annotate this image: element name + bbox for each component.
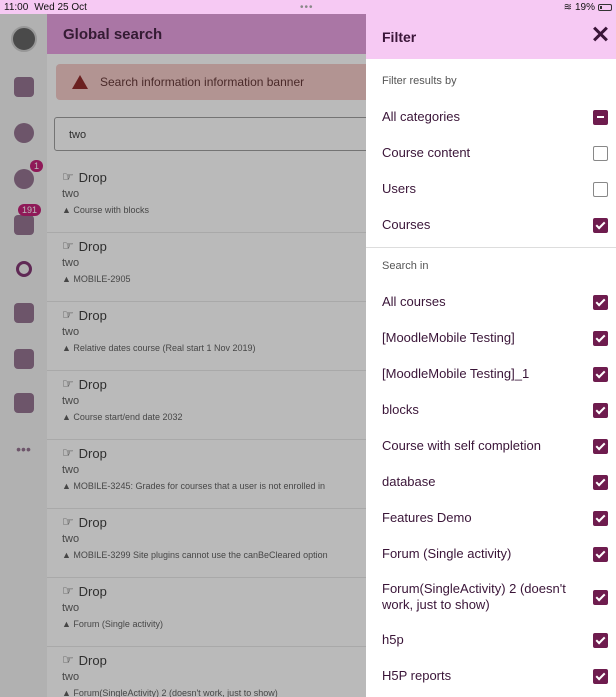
battery-percent: 19% (574, 1, 595, 13)
filter-option-label: Course with self completion (382, 438, 541, 453)
filter-option[interactable]: Forum(SingleActivity) 2 (doesn't work, j… (366, 572, 616, 622)
checkbox[interactable] (593, 181, 608, 197)
filter-option[interactable]: blocks (366, 392, 616, 428)
wifi-icon: ≋ (563, 1, 572, 13)
filter-option-label: All categories (382, 109, 461, 124)
filter-option-label: Forum (Single activity) (382, 546, 512, 561)
checkbox[interactable] (593, 109, 608, 125)
filter-option[interactable]: h5p (366, 622, 616, 658)
filter-option[interactable]: Course content (366, 135, 616, 171)
filter-option[interactable]: database (366, 464, 616, 500)
filter-option[interactable]: [MoodleMobile Testing] (366, 320, 616, 356)
checkbox[interactable] (593, 438, 608, 454)
checkbox[interactable] (593, 366, 608, 382)
backdrop-overlay[interactable] (0, 14, 366, 697)
filter-option[interactable]: All courses (366, 284, 616, 320)
filter-option-label: [MoodleMobile Testing] (382, 330, 515, 345)
filter-option[interactable]: All categories (366, 99, 616, 135)
search-in-list: All courses [MoodleMobile Testing] [Moodle… (366, 284, 616, 694)
checkbox[interactable] (593, 589, 608, 605)
checkbox[interactable] (593, 546, 608, 562)
filter-option-label: [MoodleMobile Testing]_1 (382, 366, 530, 381)
filter-title: Filter (382, 28, 417, 45)
filter-option[interactable]: [MoodleMobile Testing]_1 (366, 356, 616, 392)
checkbox[interactable] (593, 668, 608, 684)
status-bar: 11:00 Wed 25 Oct ••• ≋ 19% (0, 0, 616, 14)
filter-option-label: H5P reports (382, 668, 452, 683)
battery-icon (598, 3, 612, 11)
filter-option-label: Course content (382, 145, 471, 160)
filter-option[interactable]: Features Demo (366, 500, 616, 536)
filter-option-label: Forum(SingleActivity) 2 (doesn't work, j… (382, 581, 566, 612)
filter-panel: Filter Filter results by All categories C… (366, 14, 616, 697)
checkbox[interactable] (593, 632, 608, 648)
checkbox[interactable] (593, 510, 608, 526)
checkbox[interactable] (593, 145, 608, 161)
close-icon[interactable] (590, 24, 610, 44)
checkbox[interactable] (593, 330, 608, 346)
status-time: 11:00 (4, 1, 29, 13)
filter-option[interactable]: Forum (Single activity) (366, 536, 616, 572)
filter-option-label: h5p (382, 632, 404, 647)
status-date: Wed 25 Oct (34, 1, 87, 13)
more-dots-icon: ••• (300, 1, 314, 13)
filter-option-label: All courses (382, 294, 446, 309)
filter-results-by-label: Filter results by (382, 75, 457, 87)
filter-option-label: database (382, 474, 436, 489)
checkbox[interactable] (593, 402, 608, 418)
filter-option-label: Users (382, 181, 416, 196)
filter-option[interactable]: Courses (366, 207, 616, 243)
filter-option[interactable]: Course with self completion (366, 428, 616, 464)
filter-option-label: blocks (382, 402, 419, 417)
checkbox[interactable] (593, 474, 608, 490)
checkbox[interactable] (593, 294, 608, 310)
filter-option[interactable]: H5P reports (366, 658, 616, 694)
filter-option[interactable]: Users (366, 171, 616, 207)
filter-header: Filter (366, 14, 616, 59)
filter-option-label: Features Demo (382, 510, 472, 525)
checkbox[interactable] (593, 217, 608, 233)
search-in-label: Search in (382, 260, 429, 272)
results-by-list: All categories Course content Users Courses (366, 99, 616, 243)
filter-option-label: Courses (382, 217, 431, 232)
